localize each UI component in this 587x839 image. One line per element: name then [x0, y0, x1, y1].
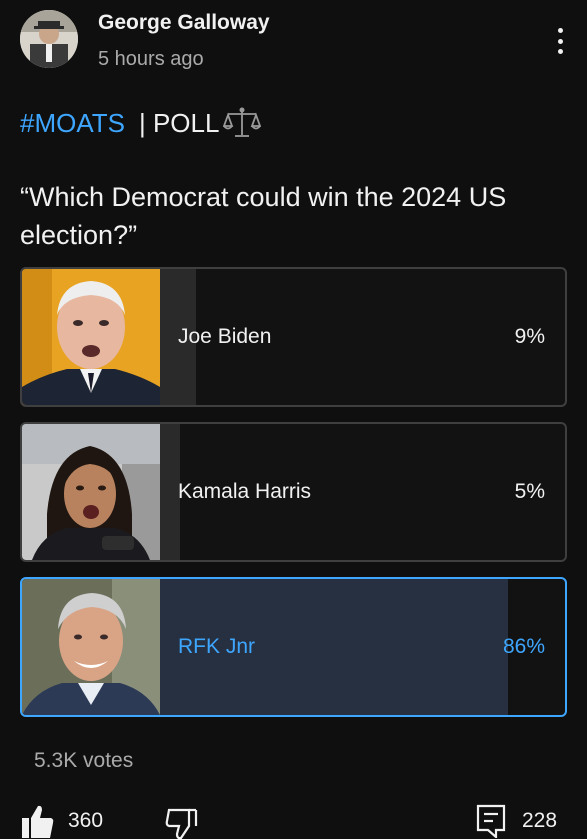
action-bar: 360 228 [0, 800, 587, 839]
poll-option-kamala-harris[interactable]: Kamala Harris 5% [20, 422, 567, 562]
vote-share-bar [160, 424, 180, 560]
avatar[interactable] [20, 10, 78, 68]
thumbs-up-icon [22, 805, 54, 838]
scales-icon [223, 106, 262, 140]
option-percent: 86% [502, 635, 545, 658]
option-label: RFK Jnr [178, 635, 256, 658]
thumbs-down-icon [165, 808, 198, 839]
hashtag-link[interactable]: #MOATS [20, 108, 125, 139]
like-button[interactable]: 360 [20, 804, 103, 838]
comment-count: 228 [522, 809, 558, 832]
more-options-button[interactable] [548, 24, 572, 58]
option-label: Joe Biden [178, 325, 272, 348]
option-percent: 9% [514, 325, 545, 348]
candidate-photo [22, 269, 160, 405]
post-timestamp[interactable]: 5 hours ago [98, 48, 204, 71]
poll-question: “Which Democrat could win the 2024 US el… [20, 182, 507, 250]
dislike-button[interactable] [165, 806, 199, 839]
candidate-photo [22, 579, 160, 715]
like-count: 360 [68, 809, 104, 832]
option-percent: 5% [514, 480, 545, 503]
comments-button[interactable]: 228 [476, 804, 557, 838]
vote-count: 5.3K votes [34, 749, 134, 772]
candidate-photo [22, 424, 160, 560]
option-label: Kamala Harris [178, 480, 312, 503]
post-tagline: #MOATS | POLL [20, 106, 262, 140]
channel-name[interactable]: George Galloway [98, 11, 270, 35]
more-vertical-icon [557, 28, 563, 33]
poll-option-joe-biden[interactable]: Joe Biden 9% [20, 267, 567, 407]
poll-label: | POLL [138, 107, 220, 138]
post-header: George Galloway 5 hours ago [0, 0, 587, 90]
poll-option-rfk-jnr[interactable]: RFK Jnr 86% [20, 577, 567, 717]
comment-icon [476, 804, 506, 838]
